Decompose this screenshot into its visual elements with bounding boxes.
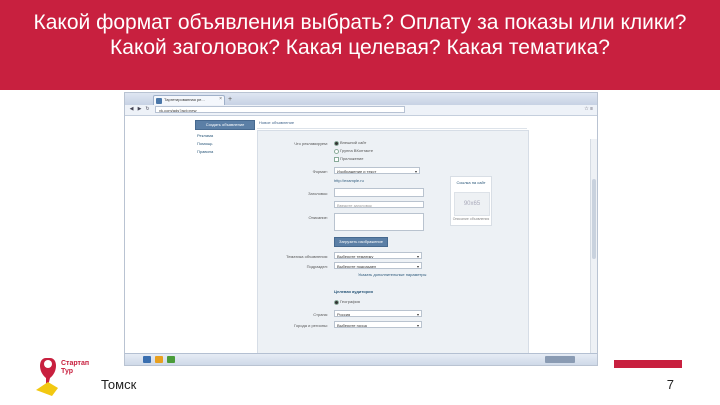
preview-title: Ссылка на сайт <box>456 180 486 185</box>
address-bar: ◀ ▶ ↻ vk.com/ads?act=new ☆ ≡ <box>125 105 597 116</box>
breadcrumb: Новое объявление <box>259 120 295 125</box>
country-select[interactable]: Россия ▾ <box>334 310 422 317</box>
upload-image-button[interactable]: Загрузить изображение <box>334 237 388 247</box>
sidebar-link-ads[interactable]: Рекламa <box>197 133 255 138</box>
option-group-radio[interactable] <box>334 149 339 154</box>
tab-label: Таргетированная ре... <box>164 97 205 102</box>
option-app-label: Приложение <box>340 156 364 161</box>
city-value: Выберите город <box>337 323 367 328</box>
city-select[interactable]: Выберите город ▾ <box>334 321 422 328</box>
audience-heading: Целевая аудитория <box>334 289 373 294</box>
browser-tab-bar: Таргетированная ре... × + <box>125 93 597 106</box>
ad-form: Что рекламируем: Внешний сайт Группа ВКо… <box>257 130 529 357</box>
page-accent-bar <box>614 360 682 368</box>
subtopic-value: Выберите подраздел <box>337 264 377 269</box>
country-label: Страна: <box>313 312 328 317</box>
format-select[interactable]: Изображение и текст ▾ <box>334 167 420 174</box>
chevron-down-icon: ▾ <box>416 323 419 328</box>
more-params-link[interactable]: Указать дополнительные параметры <box>358 272 426 277</box>
slide-header: Какой формат объявления выбрать? Оплату … <box>0 0 720 90</box>
vertical-scrollbar[interactable] <box>590 139 597 365</box>
format-value: Изображение и текст <box>337 169 377 174</box>
format-label: Формат: <box>312 169 328 174</box>
topic-select[interactable]: Выберите тематику ▾ <box>334 252 422 259</box>
url-input[interactable]: vk.com/ads?act=new <box>155 106 405 113</box>
topic-value: Выберите тематику <box>337 254 374 259</box>
content-header: Новое объявление <box>257 116 527 129</box>
ad-preview: Ссылка на сайт 90х65 Описание объявления <box>450 176 492 226</box>
city-label: Города и регионы: <box>293 323 328 328</box>
option-group-label: Группа ВКонтакте <box>340 148 374 153</box>
option-site-label: Внешний сайт <box>340 140 367 145</box>
subtopic-label: Подраздел: <box>306 264 328 269</box>
sidebar-link-rules[interactable]: Правила <box>197 149 255 154</box>
logo-text: Стартап Тур <box>61 360 90 375</box>
country-value: Россия <box>337 312 351 317</box>
title-label: Заголовок: <box>308 191 328 196</box>
preview-caption: Описание объявления <box>452 217 490 221</box>
description-input[interactable] <box>334 213 424 231</box>
close-tab-icon[interactable]: × <box>219 96 222 102</box>
geo-radio[interactable] <box>334 300 339 305</box>
vk-ads-page: Создать объявление Рекламa Помощь Правил… <box>125 116 597 365</box>
url-link[interactable]: http://example.ru <box>334 178 364 183</box>
reload-icon[interactable]: ↻ <box>144 106 151 113</box>
page-number: 7 <box>666 377 674 392</box>
browser-icon[interactable] <box>167 356 175 363</box>
slide-title: Какой формат объявления выбрать? Оплату … <box>33 11 687 59</box>
browser-screenshot: Таргетированная ре... × + ◀ ▶ ↻ vk.com/a… <box>124 92 598 366</box>
title-input[interactable] <box>334 188 424 197</box>
what-label: Что рекламируем: <box>294 141 328 146</box>
create-ad-button[interactable]: Создать объявление <box>195 120 255 130</box>
vk-favicon-icon <box>156 98 162 104</box>
topic-label: Тематика объявления: <box>286 254 328 259</box>
option-app-checkbox[interactable] <box>334 157 339 162</box>
description-label: Описание: <box>308 215 328 220</box>
option-site-radio[interactable] <box>334 141 339 146</box>
taskbar <box>125 353 597 365</box>
sidebar-link-help[interactable]: Помощь <box>197 141 255 146</box>
folder-icon[interactable] <box>155 356 163 363</box>
tray-icons[interactable] <box>545 356 575 363</box>
scrollbar-thumb[interactable] <box>592 179 596 259</box>
start-icon[interactable] <box>143 356 151 363</box>
subtopic-select[interactable]: Выберите подраздел ▾ <box>334 262 422 269</box>
back-arrow-icon[interactable]: ◀ <box>128 106 135 113</box>
preview-image: 90х65 <box>454 192 490 216</box>
geo-label: География <box>340 299 360 304</box>
title-hint: Введите заголовок <box>334 201 424 208</box>
menu-icon[interactable]: ☆ ≡ <box>584 106 593 112</box>
left-sidebar: Создать объявление Рекламa Помощь Правил… <box>195 120 255 154</box>
forward-arrow-icon[interactable]: ▶ <box>136 106 143 113</box>
chevron-down-icon: ▾ <box>416 312 419 317</box>
chevron-down-icon: ▾ <box>414 169 417 174</box>
new-tab-button[interactable]: + <box>226 96 234 104</box>
chevron-down-icon: ▾ <box>416 254 419 259</box>
chevron-down-icon: ▾ <box>416 264 419 269</box>
footer-city: Томск <box>101 377 137 392</box>
